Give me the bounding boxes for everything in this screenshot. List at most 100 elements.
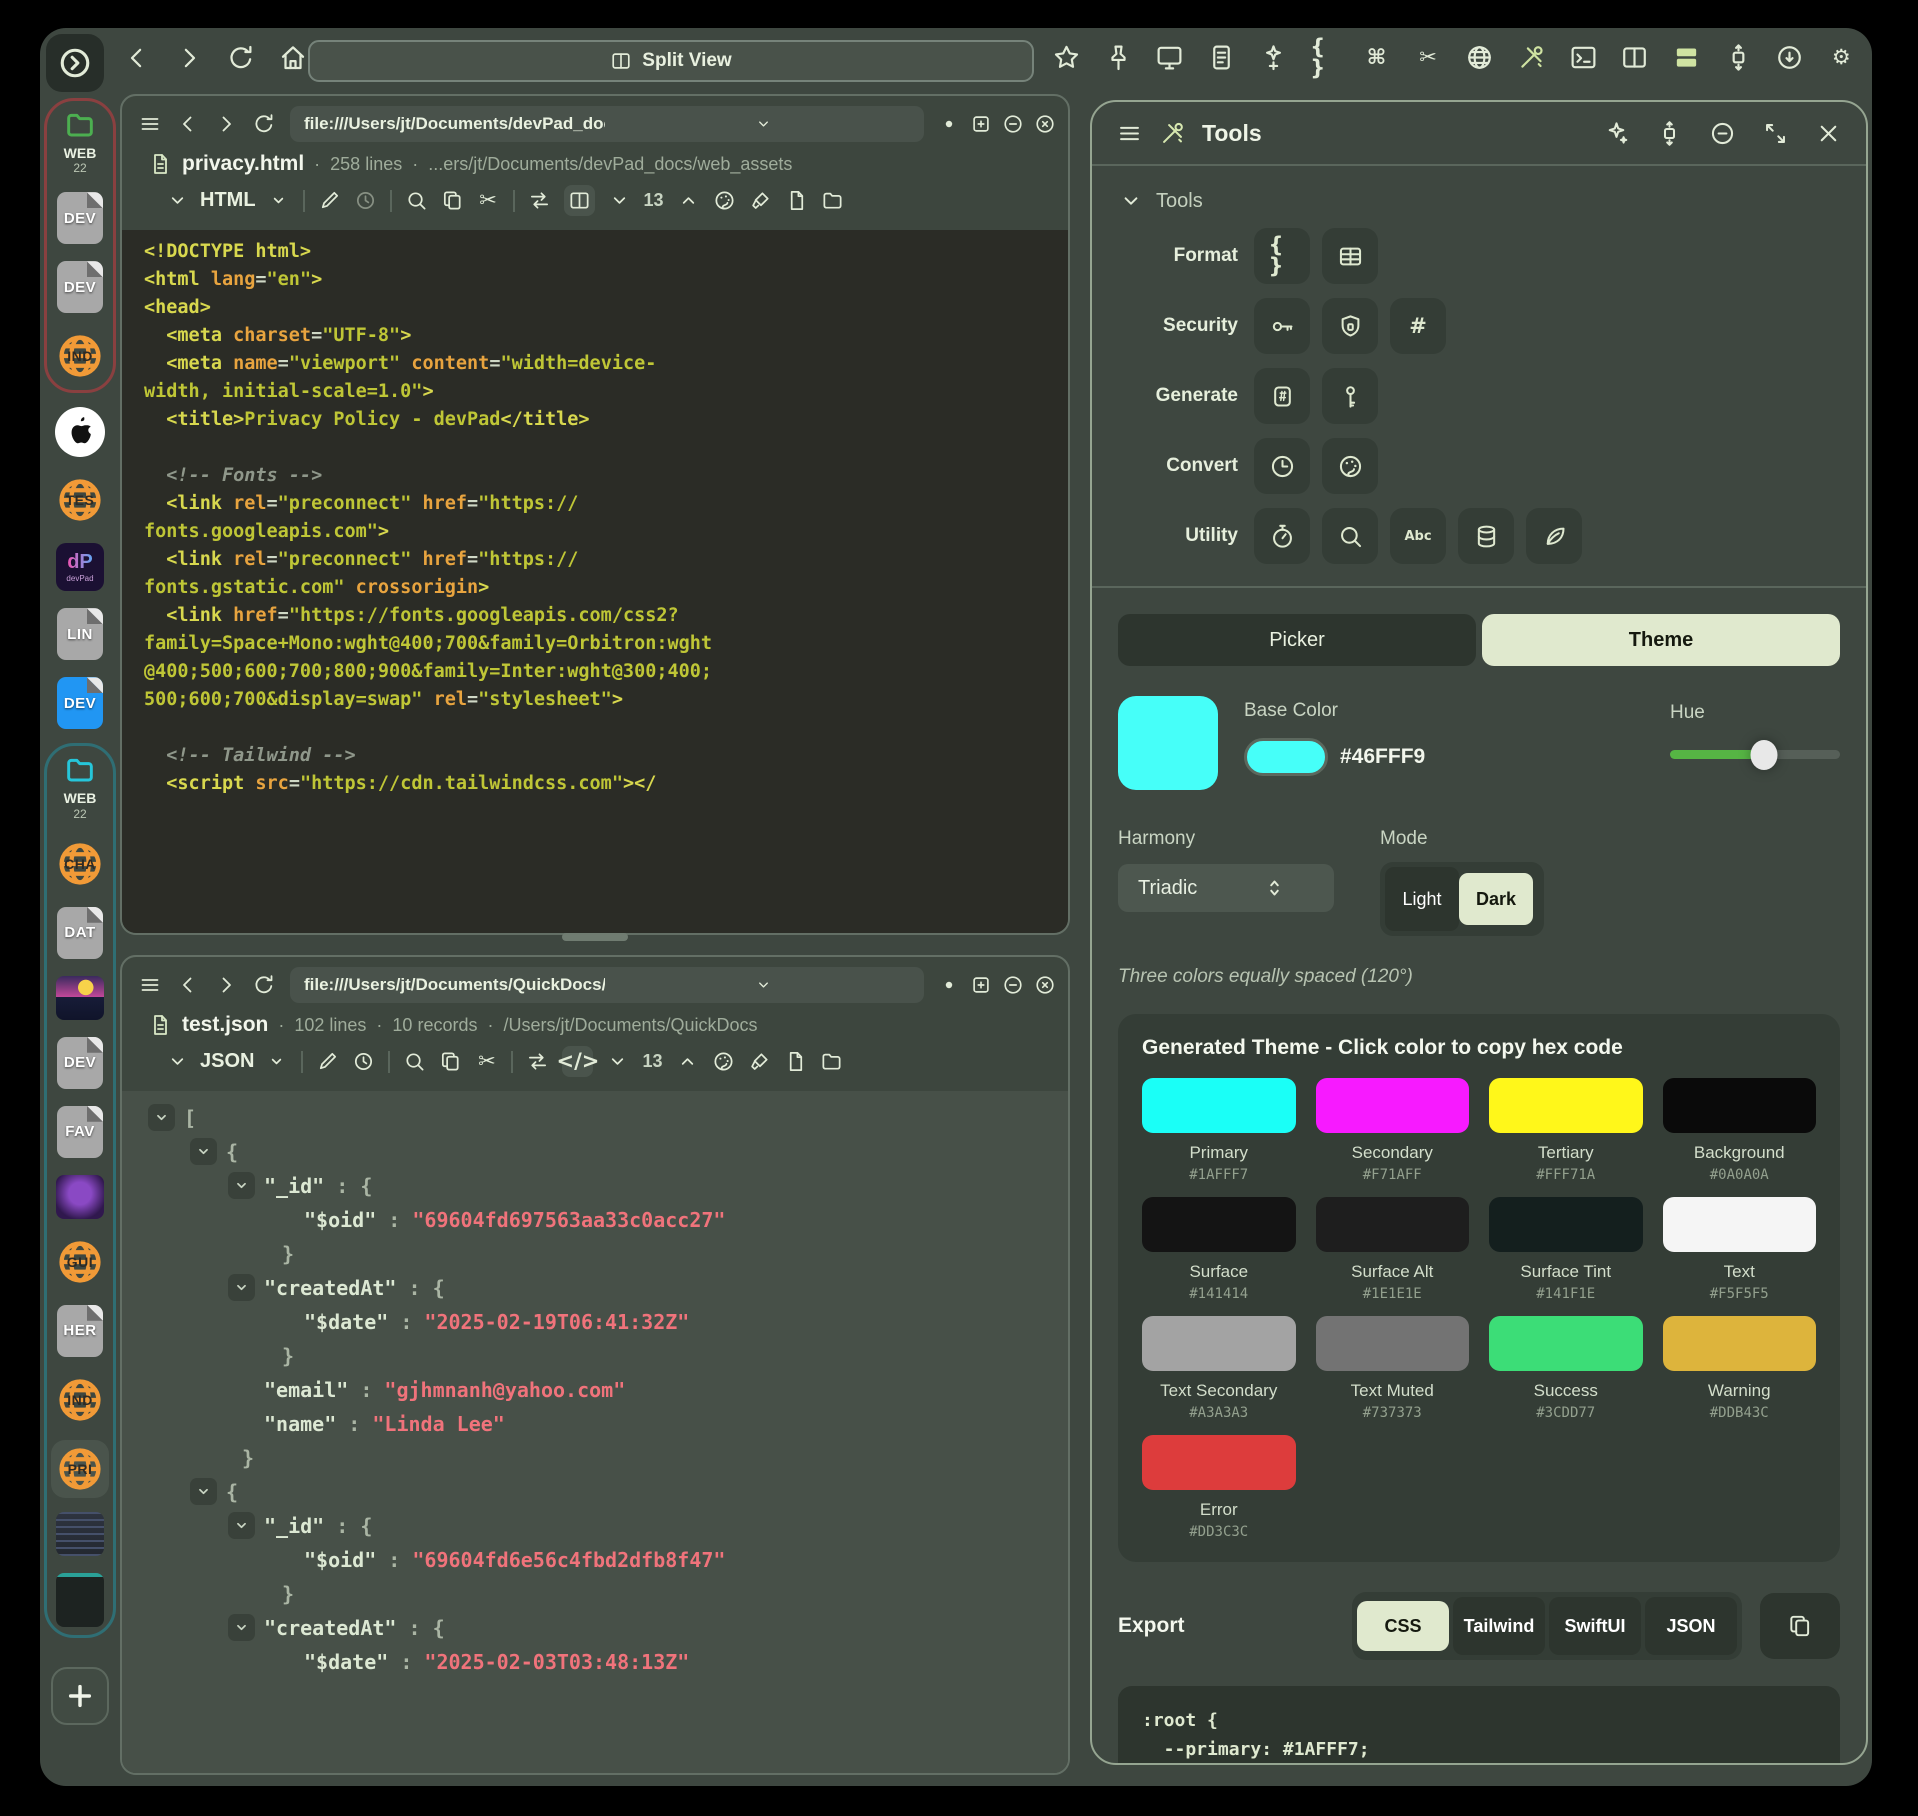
collapse-chevron-icon[interactable] bbox=[228, 1172, 255, 1199]
docexport-button[interactable] bbox=[784, 1050, 807, 1073]
tool-button-shield[interactable] bbox=[1322, 298, 1378, 354]
collapse-chevron-icon[interactable] bbox=[190, 1478, 217, 1505]
swap-button[interactable] bbox=[528, 189, 551, 212]
theme-swatch-warning[interactable]: Warning#DDB43C bbox=[1663, 1316, 1817, 1421]
sidebar-item-dev[interactable]: DEV bbox=[54, 189, 106, 247]
sparkle-button[interactable] bbox=[1603, 120, 1630, 147]
sidebar-item-neonj[interactable] bbox=[53, 1172, 107, 1222]
sidebar-item-fav[interactable]: FAV bbox=[54, 1103, 106, 1161]
scissors-button[interactable]: ✂ bbox=[477, 189, 500, 212]
history-button[interactable] bbox=[354, 189, 377, 212]
pane-forward-button[interactable] bbox=[214, 112, 238, 136]
collapse-chevron-icon[interactable] bbox=[148, 1104, 175, 1131]
sidebar-item-dev[interactable]: DEV bbox=[54, 674, 106, 732]
search-button[interactable] bbox=[405, 189, 428, 212]
chevdown-button[interactable] bbox=[606, 1050, 629, 1073]
sidebar-item-dev[interactable]: DEV bbox=[54, 1034, 106, 1092]
panel-menu-icon[interactable] bbox=[1116, 120, 1143, 147]
hue-slider[interactable] bbox=[1670, 750, 1840, 759]
home-button[interactable] bbox=[278, 43, 308, 73]
collapse-chevron-icon[interactable] bbox=[228, 1274, 255, 1301]
back-button[interactable] bbox=[122, 43, 152, 73]
palette-button[interactable] bbox=[713, 189, 736, 212]
brush-button[interactable] bbox=[749, 189, 772, 212]
gear-toolbar-button[interactable]: ⚙ bbox=[1827, 43, 1856, 72]
json-tree-viewer[interactable]: [{"_id" : {"$oid" : "69604fd697563aa33c0… bbox=[122, 1091, 1068, 1773]
pane-popout-button[interactable] bbox=[970, 113, 992, 135]
tools-section-header[interactable]: Tools bbox=[1118, 188, 1840, 214]
theme-swatch-text-muted[interactable]: Text Muted#737373 bbox=[1316, 1316, 1470, 1421]
language-mode-label[interactable]: HTML bbox=[200, 189, 256, 212]
split-button[interactable] bbox=[564, 185, 595, 216]
tool-button-hash[interactable]: # bbox=[1390, 298, 1446, 354]
theme-swatch-success[interactable]: Success#3CDD77 bbox=[1489, 1316, 1643, 1421]
mode-collapse-icon[interactable] bbox=[166, 189, 189, 212]
theme-swatch-tertiary[interactable]: Tertiary#FFF71A bbox=[1489, 1078, 1643, 1183]
export-code-block[interactable]: :root { --primary: #1AFFF7; --secondary:… bbox=[1118, 1686, 1840, 1765]
sidebar-item-ind[interactable]: IND bbox=[51, 1371, 109, 1429]
history-button[interactable] bbox=[352, 1050, 375, 1073]
sidebar-item-web[interactable]: WEB22 bbox=[57, 751, 103, 823]
tool-button-leaf[interactable] bbox=[1526, 508, 1582, 564]
pane-back-button[interactable] bbox=[176, 112, 200, 136]
pane-minimize-button[interactable] bbox=[1002, 974, 1024, 996]
minuscircle-button[interactable] bbox=[1709, 120, 1736, 147]
tool-button-timer[interactable] bbox=[1254, 508, 1310, 564]
html-code-editor[interactable]: <!DOCTYPE html><html lang="en"><head> <m… bbox=[122, 230, 1068, 933]
cmd-toolbar-button[interactable]: ⌘ bbox=[1362, 43, 1391, 72]
tools-toolbar-button[interactable] bbox=[1517, 43, 1546, 72]
search-button[interactable] bbox=[403, 1050, 426, 1073]
tool-button-table[interactable] bbox=[1322, 228, 1378, 284]
export-copy-button[interactable] bbox=[1760, 1593, 1840, 1659]
rows-toolbar-button[interactable] bbox=[1672, 43, 1701, 72]
chevron-down-icon[interactable] bbox=[613, 115, 914, 133]
pane-forward-button[interactable] bbox=[214, 973, 238, 997]
tab-theme[interactable]: Theme bbox=[1482, 614, 1840, 666]
pane-url-bar[interactable]: file:///Users/jt/Documents/QuickDocs/tes… bbox=[290, 967, 924, 1003]
pane-url-bar[interactable]: file:///Users/jt/Documents/devPad_docs/w… bbox=[290, 106, 924, 142]
brush-button[interactable] bbox=[748, 1050, 771, 1073]
monitor-toolbar-button[interactable] bbox=[1155, 43, 1184, 72]
mode-dropdown-icon[interactable] bbox=[267, 189, 290, 212]
pane-reload-button[interactable] bbox=[252, 112, 276, 136]
sidebar-item-her[interactable]: HER bbox=[54, 1302, 106, 1360]
downloadc-toolbar-button[interactable] bbox=[1775, 43, 1804, 72]
sidebar-item-tes[interactable]: TES bbox=[51, 471, 109, 529]
chevron-down-icon[interactable] bbox=[613, 976, 914, 994]
app-logo[interactable] bbox=[46, 34, 104, 92]
sidebar-item-gui[interactable]: GUI bbox=[51, 1233, 109, 1291]
theme-swatch-secondary[interactable]: Secondary#F71AFF bbox=[1316, 1078, 1470, 1183]
tool-button-clock[interactable] bbox=[1254, 438, 1310, 494]
theme-swatch-text[interactable]: Text#F5F5F5 bbox=[1663, 1197, 1817, 1302]
theme-swatch-surface[interactable]: Surface#141414 bbox=[1142, 1197, 1296, 1302]
theme-swatch-surface-alt[interactable]: Surface Alt#1E1E1E bbox=[1316, 1197, 1470, 1302]
theme-swatch-error[interactable]: Error#DD3C3C bbox=[1142, 1435, 1296, 1540]
pane-back-button[interactable] bbox=[176, 973, 200, 997]
theme-swatch-text-secondary[interactable]: Text Secondary#A3A3A3 bbox=[1142, 1316, 1296, 1421]
copy-button[interactable] bbox=[441, 189, 464, 212]
pane-minimize-button[interactable] bbox=[1002, 113, 1024, 135]
globe-toolbar-button[interactable] bbox=[1465, 43, 1494, 72]
copy-button[interactable] bbox=[439, 1050, 462, 1073]
tool-button-keyvert[interactable] bbox=[1322, 368, 1378, 424]
sidebar-item-synthwave[interactable] bbox=[53, 973, 107, 1023]
pencil-button[interactable] bbox=[318, 189, 341, 212]
export-format-json[interactable]: JSON bbox=[1645, 1597, 1737, 1655]
doclist-toolbar-button[interactable] bbox=[1207, 43, 1236, 72]
tool-button-palette[interactable] bbox=[1322, 438, 1378, 494]
pane-popout-button[interactable] bbox=[970, 974, 992, 996]
hue-slider-thumb[interactable] bbox=[1750, 740, 1777, 770]
star-toolbar-button[interactable] bbox=[1052, 43, 1081, 72]
swap-button[interactable] bbox=[526, 1050, 549, 1073]
scissors-button[interactable]: ✂ bbox=[475, 1050, 498, 1073]
x-button[interactable] bbox=[1815, 120, 1842, 147]
wand-toolbar-button[interactable] bbox=[1259, 43, 1288, 72]
sidebar-item-cha[interactable]: CHA bbox=[51, 835, 109, 893]
pin-toolbar-button[interactable] bbox=[1104, 43, 1133, 72]
theme-swatch-background[interactable]: Background#0A0A0A bbox=[1663, 1078, 1817, 1183]
sidebar-item-code1[interactable] bbox=[53, 1509, 107, 1559]
pane-close-button[interactable] bbox=[1034, 974, 1056, 996]
language-mode-label[interactable]: JSON bbox=[200, 1050, 254, 1073]
docexport-button[interactable] bbox=[785, 189, 808, 212]
sidebar-item-pri[interactable]: PRI bbox=[51, 1440, 109, 1498]
